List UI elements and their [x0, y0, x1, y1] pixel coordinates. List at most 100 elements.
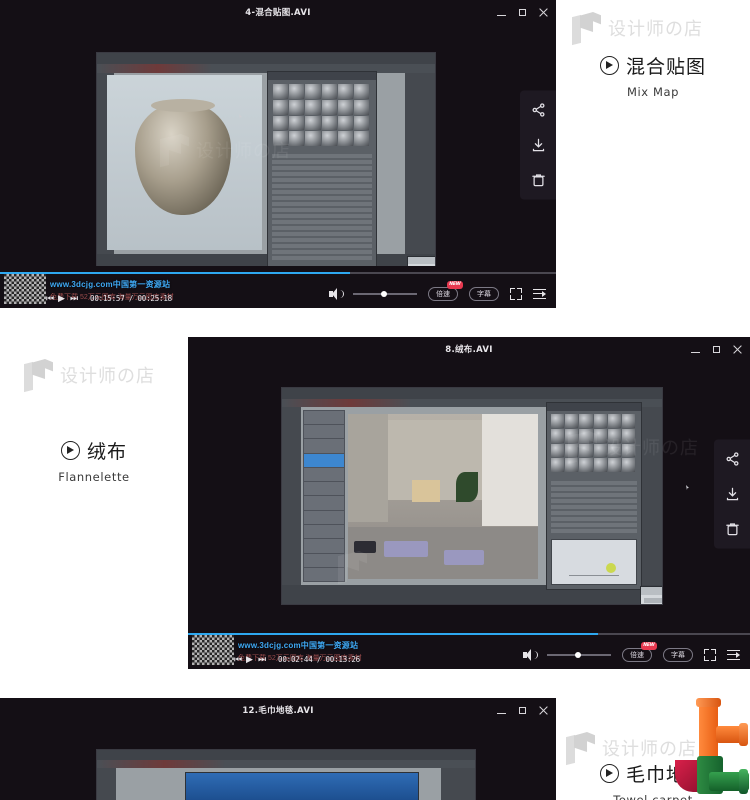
previous-icon[interactable]: ⏮ [46, 294, 55, 303]
material-parameter-rows [272, 154, 372, 260]
action-rail-2 [714, 439, 750, 549]
label-title-en: Mix Map [626, 85, 680, 99]
window-controls-3 [497, 698, 548, 722]
action-rail-1 [520, 90, 556, 200]
close-icon[interactable] [539, 8, 548, 17]
label-title-cn: 绒布 [86, 441, 127, 463]
capture-menubar [97, 53, 435, 65]
playlist-icon[interactable] [533, 288, 546, 300]
video-window-1: 设计师の店 4-混合贴图.AVI [0, 0, 556, 308]
watermark-text: 设计师の店 [60, 366, 155, 387]
video-panel-3: 设计师の店 12.毛巾地毯.AVI [0, 698, 750, 800]
logo-cube-icon [24, 359, 54, 391]
progress-track[interactable] [0, 272, 556, 274]
render-pot [135, 103, 231, 215]
download-icon[interactable] [725, 487, 740, 502]
material-editor-window [546, 402, 642, 590]
volume-slider[interactable] [547, 652, 611, 658]
share-icon[interactable] [725, 452, 740, 467]
brand-watermark-1: 设计师の店 [572, 12, 703, 44]
playback-speed-button[interactable]: 倍速 NEW [428, 281, 463, 301]
maximize-icon[interactable] [518, 8, 527, 17]
subtitle-label: 字幕 [671, 651, 685, 659]
pipe-orange-collar-top [696, 698, 721, 707]
subtitle-button[interactable]: 字幕 [663, 648, 693, 662]
maximize-icon[interactable] [518, 706, 527, 715]
download-icon[interactable] [531, 138, 546, 153]
minimize-icon[interactable] [497, 706, 506, 715]
fullscreen-icon[interactable] [510, 288, 522, 300]
delete-icon[interactable] [531, 173, 546, 188]
video-stage-1[interactable]: 设计师の店 [0, 24, 556, 266]
screen-capture-3dsmax [282, 388, 662, 604]
player-right-controls-1: 倍速 NEW 字幕 [329, 281, 546, 301]
logo-cube-icon [572, 12, 602, 44]
play-circle-icon[interactable] [599, 56, 619, 75]
volume-slider[interactable] [353, 291, 417, 297]
pipe-fittings-graphic [643, 698, 749, 800]
next-icon[interactable]: ⏭ [258, 655, 267, 664]
volume-knob[interactable] [381, 291, 387, 297]
play-pause-icon[interactable]: ▶ [246, 655, 255, 664]
video-stage-2[interactable]: 设计师の店 [188, 361, 750, 627]
window-title: 8.绒布.AVI [445, 345, 493, 355]
close-icon[interactable] [733, 345, 742, 354]
capture-toolbar [97, 760, 475, 768]
volume-icon[interactable] [329, 288, 344, 300]
subtitle-button[interactable]: 字幕 [469, 287, 499, 301]
progress-track[interactable] [188, 633, 750, 635]
capture-menubar [282, 388, 662, 399]
player-controls-2: www.3dcjg.com中国第一资源站 免费下载 52万元图库 海量万元图库素… [188, 627, 750, 669]
play-pause-icon[interactable]: ▶ [58, 294, 67, 303]
player-right-controls-2: 倍速 NEW 字幕 [523, 642, 740, 662]
playback-speed-button[interactable]: 倍速 NEW [622, 642, 657, 662]
titlebar-2: 8.绒布.AVI [188, 337, 750, 361]
render-plant [456, 472, 478, 502]
screen-capture-3dsmax [97, 750, 475, 800]
video-stage-3[interactable] [0, 722, 556, 800]
volume-knob[interactable] [575, 652, 581, 658]
window-title: 4-混合贴图.AVI [245, 8, 311, 18]
maximize-icon[interactable] [712, 345, 721, 354]
timecode: 00:15:57 / 00:25:18 [90, 294, 172, 303]
label-title-en: Flannelette [58, 470, 130, 484]
volume-icon[interactable] [523, 649, 538, 661]
next-icon[interactable]: ⏭ [70, 294, 79, 303]
minimize-icon[interactable] [691, 345, 700, 354]
render-box [412, 480, 440, 502]
material-slot-grid [551, 414, 635, 472]
capture-menubar [97, 750, 475, 760]
previous-icon[interactable]: ⏮ [234, 655, 243, 664]
play-circle-icon[interactable] [60, 441, 80, 460]
capture-command-panel [404, 72, 435, 255]
video-panel-2: 设计师の店 绒布 Flannelette 8.绒布.AVI www.3dcjg.… [0, 337, 750, 669]
render-progress-dialog [407, 256, 435, 266]
overlay-url: www.3dcjg.com中国第一资源站 [50, 280, 171, 289]
progress-fill [188, 633, 599, 635]
share-icon[interactable] [531, 103, 546, 118]
play-circle-icon[interactable] [599, 764, 619, 783]
playlist-icon[interactable] [727, 649, 740, 661]
watermark-text: 设计师の店 [608, 19, 703, 40]
label-title-cn: 混合贴图 [625, 56, 706, 78]
capture-viewport [107, 75, 262, 250]
new-badge: NEW [446, 281, 463, 289]
material-editor-window [267, 71, 377, 266]
playback-speed-label: 倍速 [436, 290, 450, 298]
titlebar-1: 4-混合贴图.AVI [0, 0, 556, 24]
capture-left-toolbar [282, 407, 301, 585]
falloff-curve-panel [551, 539, 637, 585]
window-controls-1 [497, 0, 548, 24]
label-text-block-1: 混合贴图 Mix Map [556, 52, 750, 99]
delete-icon[interactable] [725, 522, 740, 537]
close-icon[interactable] [539, 706, 548, 715]
capture-toolbar [97, 64, 435, 73]
player-controls-1: www.3dcjg.com中国第一资源站 免费下载 52万元图库 海量万元图库素… [0, 266, 556, 308]
fullscreen-icon[interactable] [704, 649, 716, 661]
screen-capture-3dsmax [97, 53, 435, 266]
capture-dialog-titlebar [186, 773, 418, 800]
subtitle-label: 字幕 [477, 290, 491, 298]
window-controls-2 [691, 337, 742, 361]
minimize-icon[interactable] [497, 8, 506, 17]
capture-left-toolbar [97, 768, 116, 800]
